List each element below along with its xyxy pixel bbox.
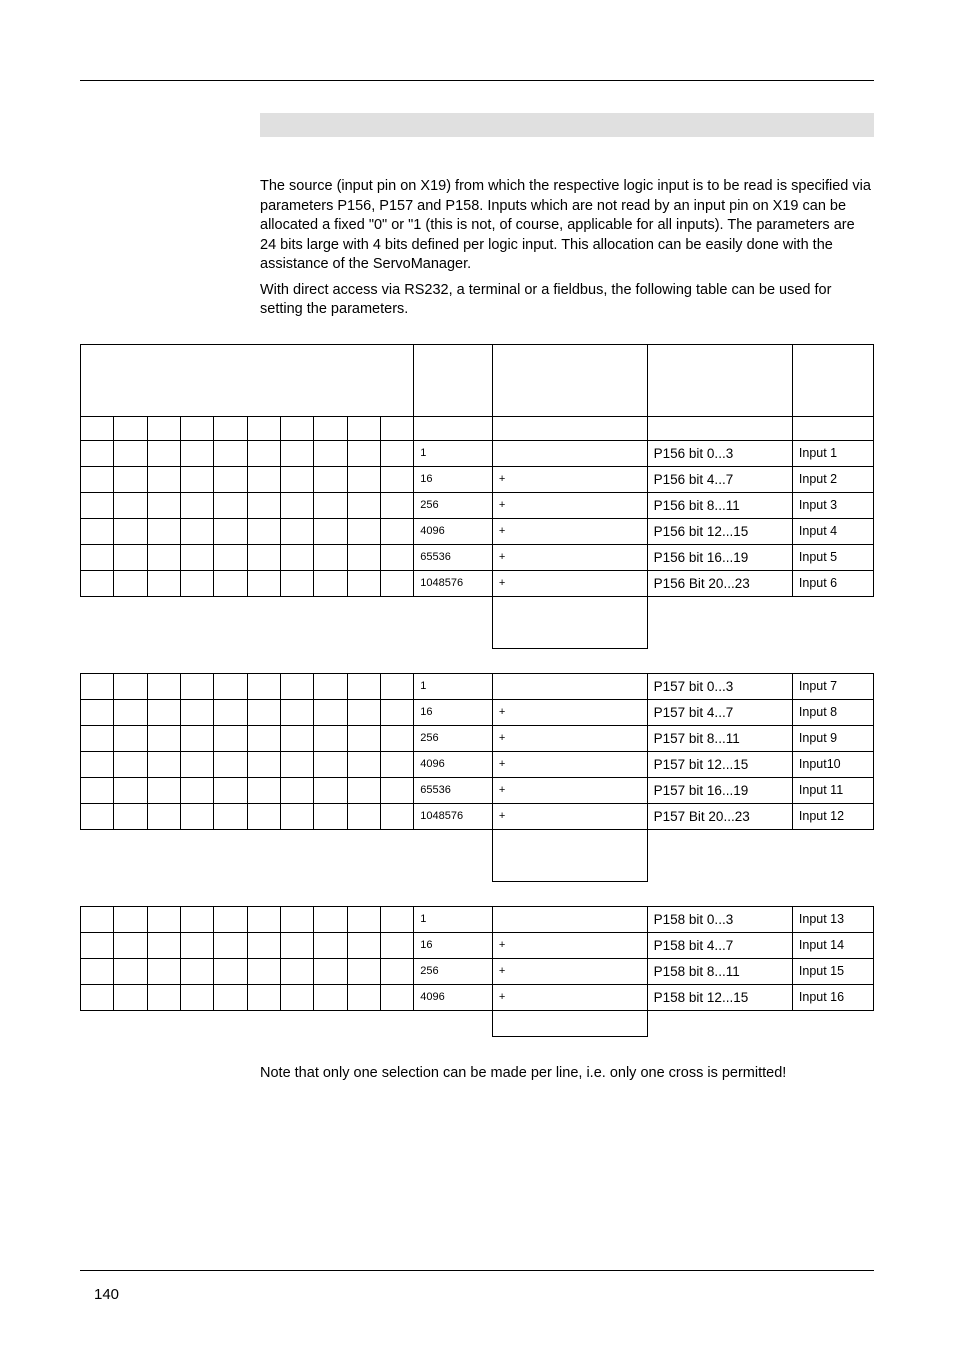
foot-note: Note that only one selection can be made…: [260, 1065, 874, 1081]
intro-p2: With direct access via RS232, a terminal…: [260, 281, 874, 320]
top-rule: [80, 80, 874, 81]
num-cell: 1: [414, 440, 493, 466]
section-band: [260, 113, 874, 137]
input-cell: Input 16: [792, 984, 873, 1010]
table-row: 16 + P158 bit 4...7 Input 14: [81, 932, 874, 958]
input-cell: Input 14: [792, 932, 873, 958]
param-cell: P156 bit 8...11: [647, 492, 792, 518]
table-row: 1 P157 bit 0...3 Input 7: [81, 673, 874, 699]
input-cell: Input 15: [792, 958, 873, 984]
num-cell: 1: [414, 906, 493, 932]
param-cell: P157 Bit 20...23: [647, 803, 792, 829]
plus-cell: +: [492, 803, 647, 829]
table-row: 16 + P156 bit 4...7 Input 2: [81, 466, 874, 492]
plus-cell: [492, 906, 647, 932]
table-block-1: 1 P156 bit 0...3 Input 1 16 + P156 bit 4…: [80, 344, 874, 649]
table-row: 256 + P158 bit 8...11 Input 15: [81, 958, 874, 984]
num-cell: 4096: [414, 751, 493, 777]
param-cell: P156 bit 12...15: [647, 518, 792, 544]
plus-cell: +: [492, 466, 647, 492]
table-block-3: 1 P158 bit 0...3 Input 13 16 + P158 bit …: [80, 906, 874, 1037]
num-cell: 4096: [414, 518, 493, 544]
param-cell: P157 bit 12...15: [647, 751, 792, 777]
input-cell: Input 12: [792, 803, 873, 829]
num-cell: 65536: [414, 777, 493, 803]
plus-cell: +: [492, 751, 647, 777]
table-row: 16 + P157 bit 4...7 Input 8: [81, 699, 874, 725]
num-cell: 16: [414, 699, 493, 725]
plus-cell: +: [492, 958, 647, 984]
plus-cell: +: [492, 932, 647, 958]
param-cell: P156 bit 16...19: [647, 544, 792, 570]
input-cell: Input 6: [792, 570, 873, 596]
intro-text: The source (input pin on X19) from which…: [260, 177, 874, 320]
num-cell: 1048576: [414, 803, 493, 829]
input-cell: Input 11: [792, 777, 873, 803]
plus-cell: +: [492, 570, 647, 596]
param-cell: P157 bit 4...7: [647, 699, 792, 725]
num-cell: 256: [414, 725, 493, 751]
plus-cell: +: [492, 984, 647, 1010]
table-row: 256 + P156 bit 8...11 Input 3: [81, 492, 874, 518]
table-row: 1 P156 bit 0...3 Input 1: [81, 440, 874, 466]
plus-cell: +: [492, 699, 647, 725]
num-cell: 256: [414, 958, 493, 984]
param-cell: P158 bit 4...7: [647, 932, 792, 958]
num-cell: 4096: [414, 984, 493, 1010]
num-cell: 1048576: [414, 570, 493, 596]
table-row: 65536 + P157 bit 16...19 Input 11: [81, 777, 874, 803]
input-cell: Input10: [792, 751, 873, 777]
input-cell: Input 13: [792, 906, 873, 932]
num-cell: 256: [414, 492, 493, 518]
plus-cell: +: [492, 492, 647, 518]
num-cell: 16: [414, 932, 493, 958]
param-cell: P158 bit 8...11: [647, 958, 792, 984]
plus-cell: [492, 440, 647, 466]
plus-cell: +: [492, 777, 647, 803]
total-row: [81, 829, 874, 881]
param-cell: P157 bit 16...19: [647, 777, 792, 803]
table-row: 1048576 + P157 Bit 20...23 Input 12: [81, 803, 874, 829]
input-cell: Input 3: [792, 492, 873, 518]
table-block-2: 1 P157 bit 0...3 Input 7 16 + P157 bit 4…: [80, 673, 874, 882]
total-row: [81, 596, 874, 648]
num-cell: 16: [414, 466, 493, 492]
table-row: 1 P158 bit 0...3 Input 13: [81, 906, 874, 932]
input-cell: Input 7: [792, 673, 873, 699]
total-row: [81, 1010, 874, 1036]
plus-cell: +: [492, 725, 647, 751]
input-cell: Input 5: [792, 544, 873, 570]
input-cell: Input 1: [792, 440, 873, 466]
param-cell: P156 bit 4...7: [647, 466, 792, 492]
table-row: 4096 + P156 bit 12...15 Input 4: [81, 518, 874, 544]
num-cell: 1: [414, 673, 493, 699]
table-row: 4096 + P157 bit 12...15 Input10: [81, 751, 874, 777]
plus-cell: +: [492, 518, 647, 544]
page-number: 140: [94, 1286, 119, 1303]
table-row: 65536 + P156 bit 16...19 Input 5: [81, 544, 874, 570]
param-cell: P157 bit 8...11: [647, 725, 792, 751]
plus-cell: [492, 673, 647, 699]
param-cell: P157 bit 0...3: [647, 673, 792, 699]
input-cell: Input 4: [792, 518, 873, 544]
intro-p1: The source (input pin on X19) from which…: [260, 177, 874, 275]
plus-cell: +: [492, 544, 647, 570]
input-cell: Input 9: [792, 725, 873, 751]
param-cell: P156 Bit 20...23: [647, 570, 792, 596]
input-cell: Input 2: [792, 466, 873, 492]
table-row: 4096 + P158 bit 12...15 Input 16: [81, 984, 874, 1010]
param-cell: P156 bit 0...3: [647, 440, 792, 466]
bottom-rule: [80, 1270, 874, 1271]
table-row: 1048576 + P156 Bit 20...23 Input 6: [81, 570, 874, 596]
param-cell: P158 bit 12...15: [647, 984, 792, 1010]
num-cell: 65536: [414, 544, 493, 570]
param-cell: P158 bit 0...3: [647, 906, 792, 932]
input-cell: Input 8: [792, 699, 873, 725]
table-row: 256 + P157 bit 8...11 Input 9: [81, 725, 874, 751]
